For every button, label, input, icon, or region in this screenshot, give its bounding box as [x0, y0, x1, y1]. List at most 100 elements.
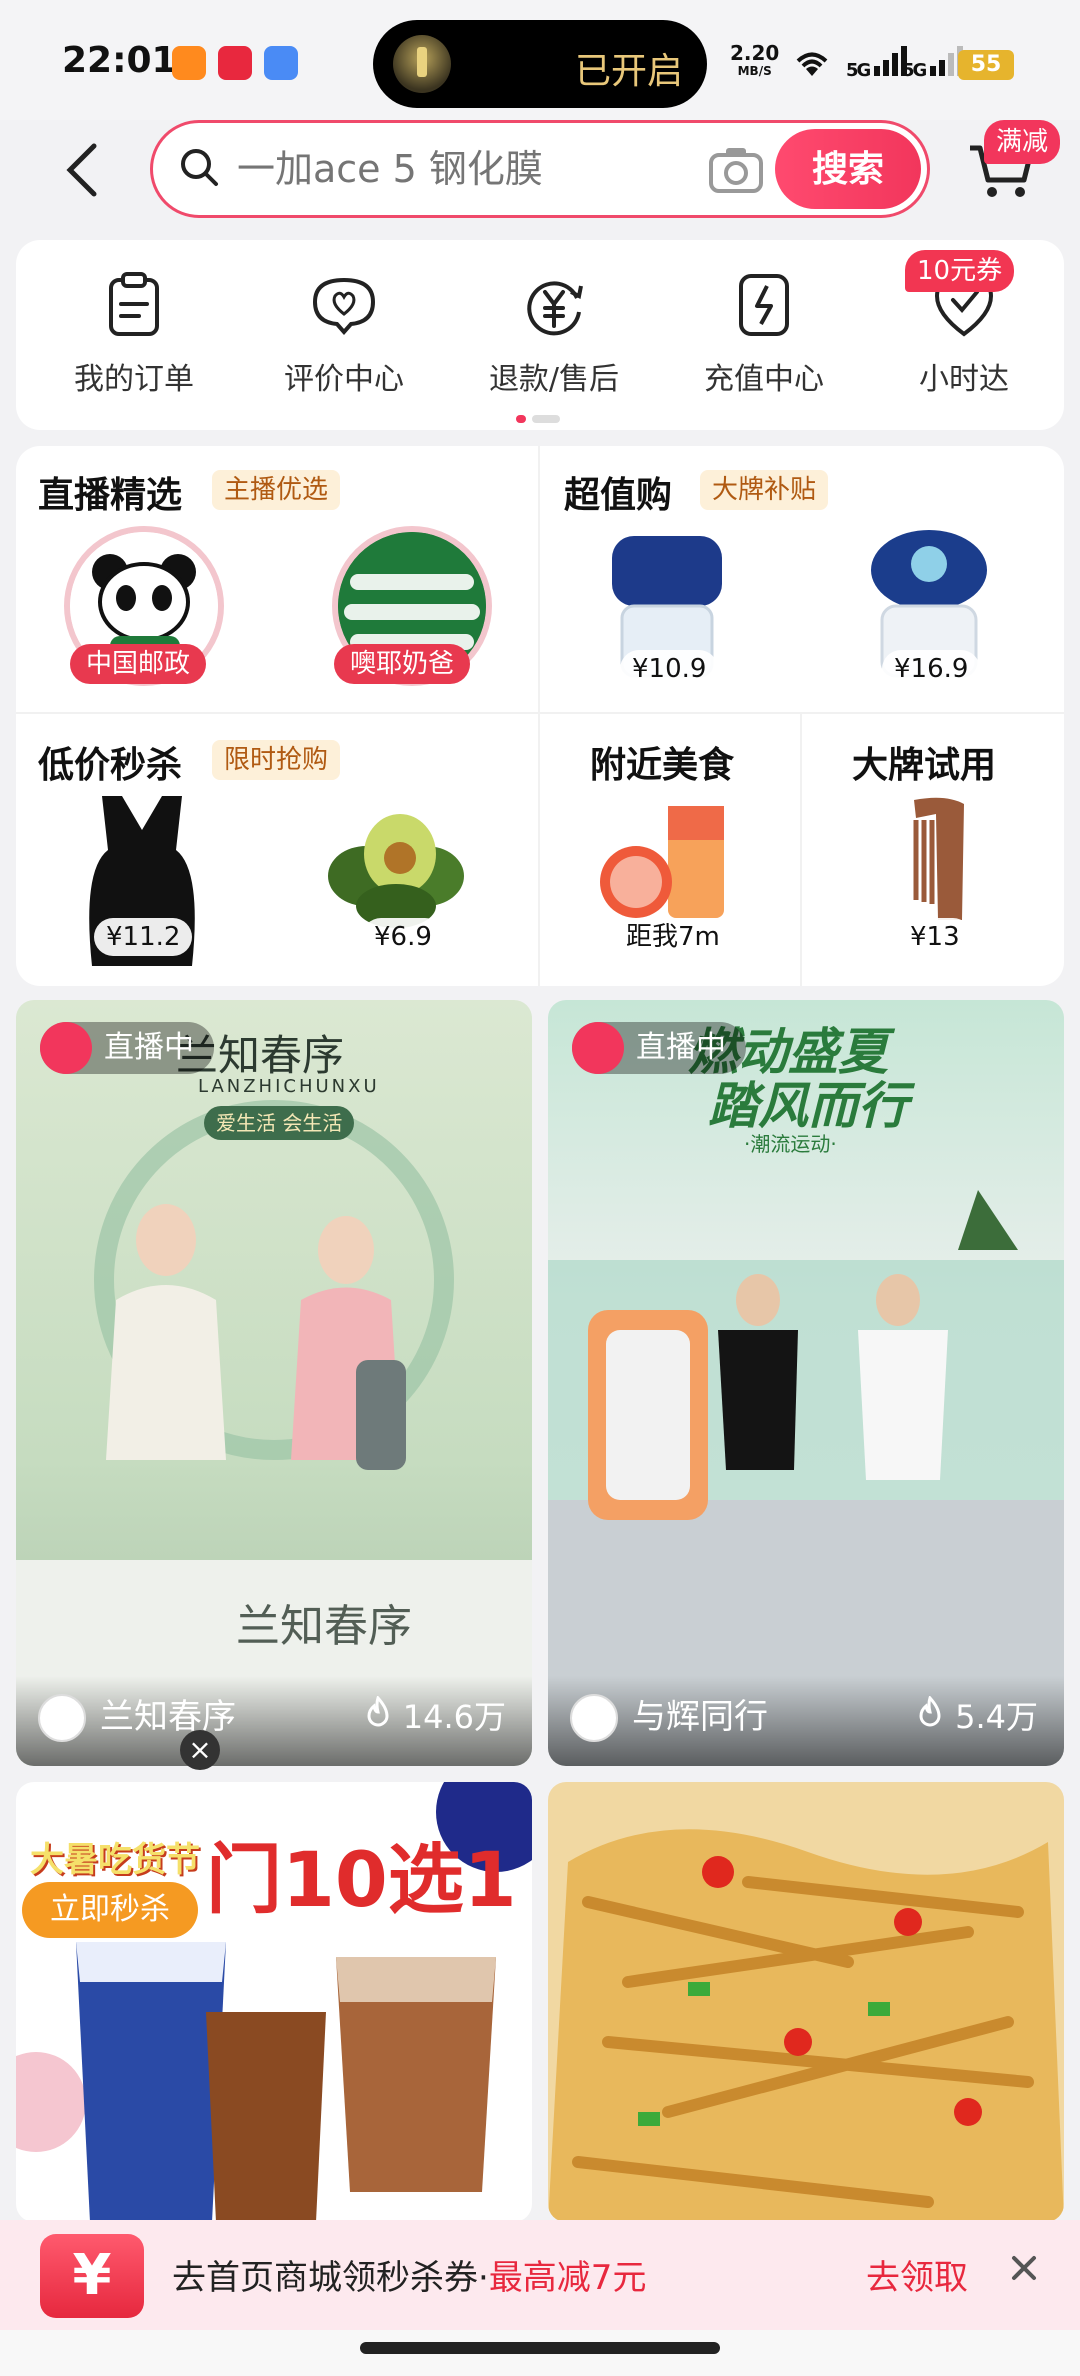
- home-indicator[interactable]: [360, 2342, 720, 2354]
- claim-coupon-button[interactable]: 去领取: [866, 2250, 968, 2299]
- brand-subtitle: LANZHICHUNXU: [198, 1076, 380, 1097]
- heat-value: 5.4万: [955, 1698, 1038, 1736]
- product-card[interactable]: 门10选1 大暑吃货节 立即秒杀: [16, 1782, 532, 2222]
- heat-count: 14.6万: [363, 1692, 506, 1738]
- back-button[interactable]: [60, 140, 104, 200]
- live-stream-card[interactable]: 燃动盛夏 踏风而行 ·潮流运动· 直播中 与辉同行 5.4万: [548, 1000, 1064, 1766]
- card-footer: 与辉同行 5.4万: [548, 1676, 1064, 1766]
- section-tag-live: 主播优选: [212, 470, 341, 510]
- camera-icon[interactable]: [708, 145, 764, 195]
- network-speed: 2.20 MB/S: [730, 41, 780, 80]
- refund-icon: [527, 281, 583, 336]
- close-icon[interactable]: [1010, 2246, 1038, 2292]
- cellular-signal-icon: 5G: [846, 46, 908, 81]
- search-icon: [181, 149, 218, 186]
- battery-indicator: 55: [958, 50, 1014, 80]
- host-name: 兰知春序: [100, 1697, 236, 1737]
- dynamic-island[interactable]: 已开启: [373, 20, 707, 108]
- flash-sale-button[interactable]: 立即秒杀: [22, 1882, 198, 1938]
- flame-icon: [367, 1695, 389, 1727]
- product-price: ¥13: [898, 918, 972, 956]
- card-footer: 兰知春序 14.6万: [16, 1676, 532, 1766]
- page-dot: [532, 415, 560, 423]
- quick-item-recharge[interactable]: 充值中心: [664, 270, 864, 398]
- search-bar[interactable]: 搜索: [150, 120, 930, 218]
- quick-item-refund[interactable]: 退款/售后: [454, 270, 654, 398]
- close-icon: [1012, 2256, 1036, 2280]
- live-badge: 直播中: [572, 1022, 746, 1074]
- food-dish-image: [548, 1829, 1064, 2222]
- section-title-trial[interactable]: 大牌试用: [852, 736, 996, 788]
- cart-discount-badge: 满减: [984, 120, 1061, 164]
- product-card[interactable]: [548, 1782, 1064, 2222]
- section-title-flash[interactable]: 低价秒杀: [38, 736, 182, 788]
- signal-type-2: 5G: [902, 60, 927, 81]
- quick-item-orders[interactable]: 我的订单: [34, 270, 234, 398]
- live-badge: 直播中: [40, 1022, 214, 1074]
- quick-item-label: 小时达: [919, 362, 1009, 397]
- food-distance: 距我7m: [614, 918, 732, 956]
- page-dot-active: [516, 415, 526, 423]
- section-title-live[interactable]: 直播精选: [38, 466, 182, 518]
- brand-slogan: 爱生活 会生活: [204, 1106, 355, 1140]
- quick-item-reviews[interactable]: 评价中心: [244, 270, 444, 398]
- section-title-value[interactable]: 超值购: [564, 466, 672, 518]
- promo-grid: 直播精选 主播优选 中国邮政 噢耶奶爸 超值购 大牌补贴 ¥10.9 ¥16.9…: [16, 446, 1064, 986]
- quick-item-label: 我的订单: [74, 362, 194, 397]
- app-notification-icon: [264, 46, 298, 80]
- chevron-left-icon: [66, 143, 97, 197]
- search-input[interactable]: [237, 141, 637, 197]
- quick-item-label: 充值中心: [704, 362, 824, 397]
- live-stream-card[interactable]: 兰知春序 LANZHICHUNXU 爱生活 会生活 兰知春序 直播中 兰知春序 …: [16, 1000, 532, 1766]
- section-title-food[interactable]: 附近美食: [590, 736, 734, 788]
- host-name: 与辉同行: [632, 1697, 768, 1737]
- banner-highlight: 最高减7元: [488, 2258, 647, 2298]
- divider: [538, 446, 540, 986]
- deal-headline: 门10选1: [206, 1835, 517, 1924]
- flame-icon: [919, 1695, 941, 1727]
- live-indicator-icon: [572, 1022, 624, 1074]
- flashlight-icon: [393, 35, 451, 93]
- yuan-coupon-icon: ¥: [40, 2234, 144, 2318]
- product-price: ¥6.9: [362, 918, 444, 956]
- promo-subline: ·潮流运动·: [744, 1132, 837, 1156]
- close-icon[interactable]: ×: [180, 1730, 220, 1770]
- live-host-label: 噢耶奶爸: [334, 644, 471, 684]
- grapefruit-drink-image[interactable]: [596, 796, 746, 926]
- live-badge-label: 直播中: [636, 1030, 726, 1065]
- festival-ribbon: 大暑吃货节: [30, 1840, 200, 1880]
- app-notification-icon: [172, 46, 206, 80]
- host-avatar: [570, 1694, 618, 1742]
- cellular-signal-icon: 5G: [902, 46, 964, 81]
- app-notification-icon: [218, 46, 252, 80]
- product-price: ¥11.2: [94, 918, 193, 956]
- divider: [16, 712, 1064, 714]
- product-price: ¥16.9: [882, 650, 981, 688]
- coupon-banner[interactable]: ¥ 去首页商城领秒杀券·最高减7元 去领取: [0, 2220, 1080, 2330]
- signal-type-1: 5G: [846, 60, 871, 81]
- quick-item-label: 退款/售后: [488, 362, 620, 397]
- product-price: ¥10.9: [620, 650, 719, 688]
- comb-product-image[interactable]: [886, 790, 996, 930]
- live-badge-label: 直播中: [104, 1030, 194, 1065]
- banner-message: 去首页商城领秒杀券·: [172, 2258, 489, 2298]
- wifi-icon: [790, 44, 834, 89]
- search-button[interactable]: 搜索: [775, 129, 921, 209]
- quick-item-label: 评价中心: [284, 362, 404, 397]
- avocado-product-image[interactable]: [316, 796, 476, 936]
- heat-value: 14.6万: [402, 1698, 506, 1736]
- order-icon: [109, 272, 159, 336]
- recharge-icon: [739, 274, 789, 336]
- section-tag-flash: 限时抢购: [212, 740, 341, 780]
- status-time: 22:01: [62, 40, 177, 81]
- net-speed-value: 2.20: [730, 41, 780, 65]
- page-indicator: [516, 408, 566, 427]
- live-host-label: 中国邮政: [70, 644, 207, 684]
- flashlight-status: 已开启: [574, 51, 683, 92]
- live-indicator-icon: [40, 1022, 92, 1074]
- coupon-badge: 10元券: [905, 250, 1015, 292]
- brand-watermark: 兰知春序: [236, 1601, 412, 1652]
- banner-text: 去首页商城领秒杀券·最高减7元: [172, 2250, 646, 2299]
- host-avatar: [38, 1694, 86, 1742]
- divider: [800, 712, 802, 986]
